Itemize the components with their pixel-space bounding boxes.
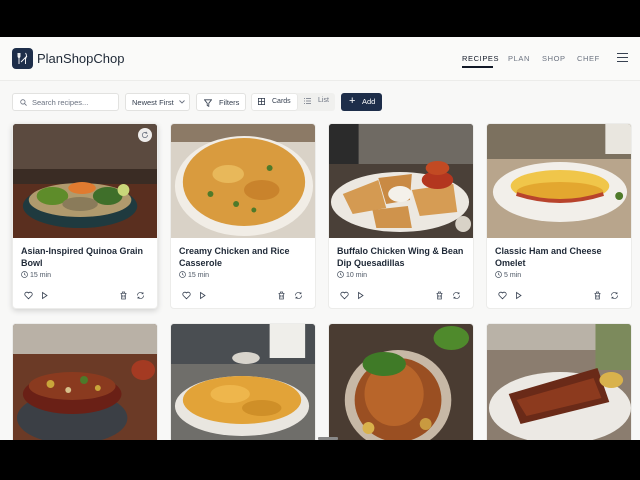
search-field[interactable] bbox=[12, 93, 119, 111]
recipe-image[interactable] bbox=[329, 124, 473, 238]
recipe-title[interactable]: Buffalo Chicken Wing & Bean Dip Quesadil… bbox=[337, 245, 467, 269]
chevron-down-icon bbox=[179, 100, 185, 104]
trash-icon[interactable] bbox=[277, 291, 286, 300]
filter-funnel-icon bbox=[204, 99, 212, 107]
recipe-title[interactable]: Asian-Inspired Quinoa Grain Bowl bbox=[21, 245, 151, 269]
sort-select[interactable]: Newest First bbox=[125, 93, 190, 111]
app-window: PlanShopChop RECIPES PLAN SHOP CHEF Newe… bbox=[0, 37, 640, 440]
heart-icon[interactable] bbox=[340, 291, 349, 300]
filters-button[interactable]: Filters bbox=[196, 93, 246, 111]
recipe-time: 15 min bbox=[21, 271, 51, 279]
add-label: Add bbox=[362, 97, 376, 106]
refresh-icon[interactable] bbox=[136, 291, 145, 300]
nav-recipes[interactable]: RECIPES bbox=[462, 54, 499, 63]
regenerate-image-icon[interactable] bbox=[138, 128, 152, 142]
clock-icon bbox=[495, 271, 502, 278]
recipe-title[interactable]: Creamy Chicken and Rice Casserole bbox=[179, 245, 309, 269]
recipe-image[interactable] bbox=[329, 324, 473, 440]
recipe-time-value: 15 min bbox=[188, 272, 210, 279]
nav-shop[interactable]: SHOP bbox=[542, 54, 566, 63]
clock-icon bbox=[179, 271, 186, 278]
recipe-time: 15 min bbox=[179, 271, 209, 279]
view-toggle: Cards List bbox=[251, 93, 335, 111]
play-icon[interactable] bbox=[514, 291, 523, 300]
nav-active-indicator bbox=[462, 66, 493, 68]
trash-icon[interactable] bbox=[593, 291, 602, 300]
recipe-time: 10 min bbox=[337, 271, 367, 279]
recipe-card[interactable] bbox=[328, 323, 474, 440]
recipe-card[interactable]: Buffalo Chicken Wing & Bean Dip Quesadil… bbox=[328, 123, 474, 309]
play-icon[interactable] bbox=[198, 291, 207, 300]
grid-icon bbox=[258, 98, 265, 105]
letterbox-top bbox=[0, 0, 640, 37]
recipe-image[interactable] bbox=[171, 324, 315, 440]
clock-icon bbox=[21, 271, 28, 278]
refresh-icon[interactable] bbox=[610, 291, 619, 300]
heart-icon[interactable] bbox=[24, 291, 33, 300]
logo-icon[interactable] bbox=[12, 48, 33, 69]
app-name[interactable]: PlanShopChop bbox=[37, 51, 124, 66]
hamburger-menu-icon[interactable] bbox=[617, 53, 628, 63]
recipe-image[interactable] bbox=[13, 124, 157, 238]
recipe-card[interactable]: Creamy Chicken and Rice Casserole 15 min bbox=[170, 123, 316, 309]
sort-value: Newest First bbox=[132, 98, 174, 107]
recipe-image[interactable] bbox=[487, 124, 631, 238]
search-input[interactable] bbox=[32, 96, 116, 109]
letterbox-bottom bbox=[0, 440, 640, 480]
recipe-card[interactable] bbox=[486, 323, 632, 440]
trash-icon[interactable] bbox=[119, 291, 128, 300]
card-actions bbox=[495, 291, 625, 301]
refresh-icon[interactable] bbox=[294, 291, 303, 300]
nav-plan[interactable]: PLAN bbox=[508, 54, 530, 63]
recipe-time-value: 10 min bbox=[346, 272, 368, 279]
card-actions bbox=[21, 291, 151, 301]
refresh-icon[interactable] bbox=[452, 291, 461, 300]
recipe-image[interactable] bbox=[487, 324, 631, 440]
card-actions bbox=[179, 291, 309, 301]
recipe-time-value: 5 min bbox=[504, 272, 522, 279]
search-icon bbox=[20, 99, 27, 106]
recipe-card[interactable]: Asian-Inspired Quinoa Grain Bowl 15 min bbox=[12, 123, 158, 309]
card-actions bbox=[337, 291, 467, 301]
top-header: PlanShopChop RECIPES PLAN SHOP CHEF bbox=[0, 37, 640, 81]
recipe-time: 5 min bbox=[495, 271, 521, 279]
list-icon[interactable] bbox=[304, 98, 311, 104]
play-icon[interactable] bbox=[40, 291, 49, 300]
view-cards-button[interactable]: Cards bbox=[252, 94, 297, 110]
play-icon[interactable] bbox=[356, 291, 365, 300]
recipe-card[interactable]: Classic Ham and Cheese Omelet 5 min bbox=[486, 123, 632, 309]
recipe-image[interactable] bbox=[13, 324, 157, 440]
recipe-card[interactable] bbox=[170, 323, 316, 440]
nav-chef[interactable]: CHEF bbox=[577, 54, 600, 63]
view-list-button[interactable]: List bbox=[318, 97, 329, 104]
add-recipe-button[interactable]: + Add bbox=[341, 93, 382, 111]
filters-label: Filters bbox=[219, 98, 240, 107]
recipe-card[interactable] bbox=[12, 323, 158, 440]
clock-icon bbox=[337, 271, 344, 278]
heart-icon[interactable] bbox=[498, 291, 507, 300]
trash-icon[interactable] bbox=[435, 291, 444, 300]
view-cards-label: Cards bbox=[272, 98, 291, 105]
recipe-title[interactable]: Classic Ham and Cheese Omelet bbox=[495, 245, 625, 269]
plus-icon: + bbox=[349, 95, 356, 107]
recipe-time-value: 15 min bbox=[30, 272, 52, 279]
heart-icon[interactable] bbox=[182, 291, 191, 300]
recipe-image[interactable] bbox=[171, 124, 315, 238]
